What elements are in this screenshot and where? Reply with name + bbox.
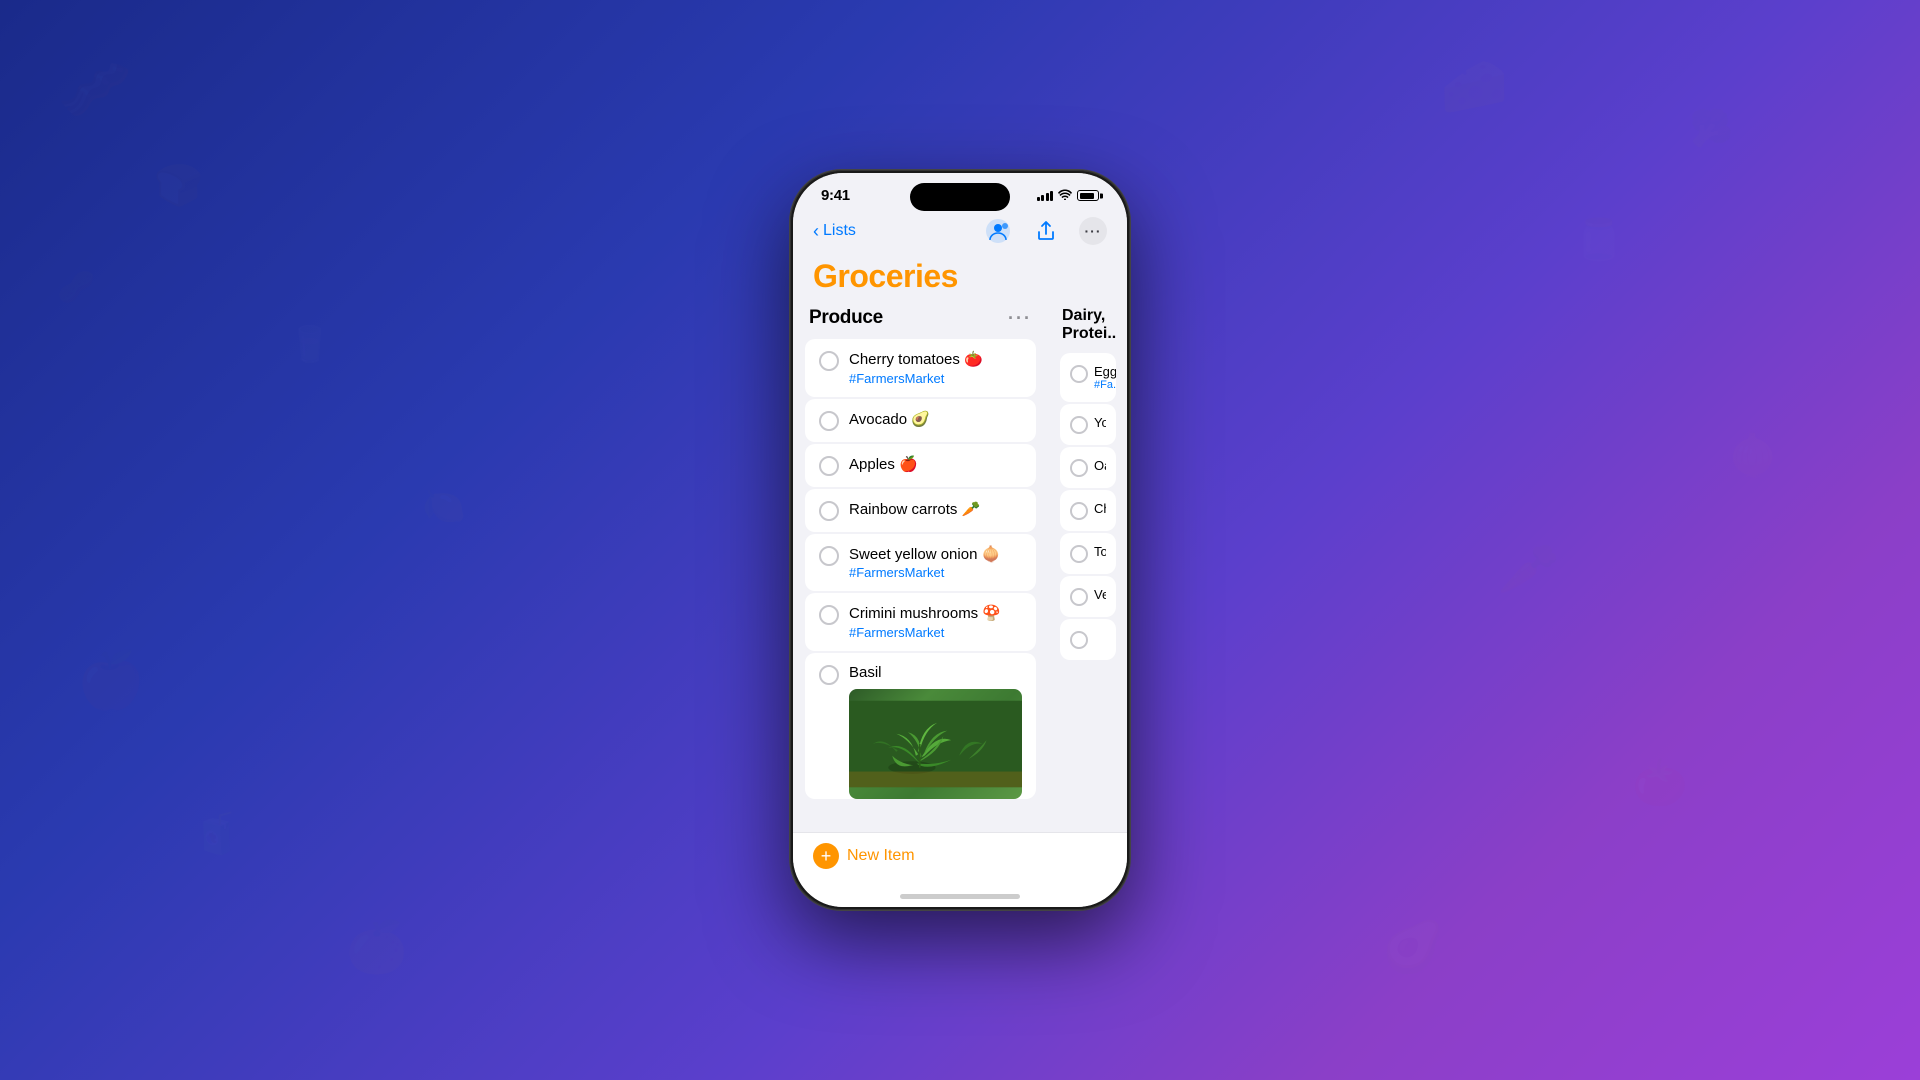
bottom-bar: + New Item <box>793 832 1127 885</box>
list-item: Oat... <box>1060 447 1116 488</box>
list-item: Sweet yellow onion 🧅 #FarmersMarket <box>805 534 1036 592</box>
item-text: Oat... <box>1094 458 1106 473</box>
item-tag: #FarmersMarket <box>849 565 1022 580</box>
item-tag: #Fa... <box>1094 379 1116 391</box>
list-item: Rainbow carrots 🥕 <box>805 489 1036 532</box>
item-content: Avocado 🥑 <box>849 410 1022 430</box>
list-item: Apples 🍎 <box>805 444 1036 487</box>
item-text: Crimini mushrooms 🍄 <box>849 604 1022 624</box>
list-item: Crimini mushrooms 🍄 #FarmersMarket <box>805 593 1036 651</box>
battery-icon <box>1077 190 1099 201</box>
item-checkbox[interactable] <box>819 351 839 371</box>
status-bar: 9:41 <box>793 173 1127 212</box>
item-checkbox[interactable] <box>1070 416 1088 434</box>
item-text: Basil <box>849 664 1022 681</box>
produce-column: Produce ··· Cherry tomatoes 🍅 #FarmersMa… <box>793 307 1048 832</box>
list-item: Tof... <box>1060 533 1116 574</box>
item-content: Cherry tomatoes 🍅 #FarmersMarket <box>849 350 1022 386</box>
home-bar <box>900 894 1020 899</box>
item-content: Crimini mushrooms 🍄 #FarmersMarket <box>849 604 1022 640</box>
new-item-label: New Item <box>847 847 915 865</box>
list-item: Che... <box>1060 490 1116 531</box>
basil-content: Basil <box>849 664 1022 799</box>
status-icons <box>1037 189 1100 203</box>
list-item: Egg... #Fa... <box>1060 353 1116 402</box>
item-text: Rainbow carrots 🥕 <box>849 500 1022 520</box>
phone-screen: 9:41 <box>793 173 1127 907</box>
basil-image <box>849 689 1022 799</box>
item-text: Yog... <box>1094 415 1106 430</box>
status-time: 9:41 <box>821 187 850 204</box>
item-checkbox[interactable] <box>819 605 839 625</box>
item-content: Sweet yellow onion 🧅 #FarmersMarket <box>849 545 1022 581</box>
item-content: Apples 🍎 <box>849 455 1022 475</box>
nav-actions: ··· <box>983 216 1107 246</box>
produce-section-header: Produce ··· <box>805 307 1036 329</box>
back-chevron-icon: ‹ <box>813 221 819 242</box>
columns-wrapper: Produce ··· Cherry tomatoes 🍅 #FarmersMa… <box>793 307 1127 832</box>
item-checkbox[interactable] <box>1070 502 1088 520</box>
item-tag: #FarmersMarket <box>849 625 1022 640</box>
item-checkbox[interactable] <box>1070 365 1088 383</box>
item-text: Avocado 🥑 <box>849 410 1022 430</box>
item-checkbox[interactable] <box>819 546 839 566</box>
signal-icon <box>1037 190 1054 201</box>
item-checkbox[interactable] <box>1070 588 1088 606</box>
list-item: Veg... <box>1060 576 1116 617</box>
item-text: Tof... <box>1094 544 1106 559</box>
list-item: Cherry tomatoes 🍅 #FarmersMarket <box>805 339 1036 397</box>
list-item <box>1060 619 1116 660</box>
item-checkbox[interactable] <box>1070 459 1088 477</box>
item-content: Rainbow carrots 🥕 <box>849 500 1022 520</box>
nav-bar: ‹ Lists <box>793 212 1127 254</box>
dairy-column: Dairy, Protei... Egg... #Fa... <box>1048 307 1127 832</box>
basil-list-item: Basil <box>805 653 1036 799</box>
item-text: Egg... <box>1094 364 1116 379</box>
dynamic-island <box>910 183 1010 211</box>
list-item: Yog... <box>1060 404 1116 445</box>
item-checkbox[interactable] <box>819 411 839 431</box>
back-button[interactable]: ‹ Lists <box>813 221 856 242</box>
phone-shell: 9:41 <box>790 170 1130 910</box>
collaborate-button[interactable] <box>983 216 1013 246</box>
item-text: Veg... <box>1094 587 1106 602</box>
home-indicator <box>793 885 1127 907</box>
back-label: Lists <box>823 222 856 240</box>
new-item-button[interactable]: + New Item <box>813 843 915 869</box>
item-tag: #FarmersMarket <box>849 371 1022 386</box>
share-button[interactable] <box>1031 216 1061 246</box>
new-item-icon: + <box>813 843 839 869</box>
item-text: Cherry tomatoes 🍅 <box>849 350 1022 370</box>
item-text: Apples 🍎 <box>849 455 1022 475</box>
main-content[interactable]: Produce ··· Cherry tomatoes 🍅 #FarmersMa… <box>793 307 1127 832</box>
item-checkbox[interactable] <box>1070 631 1088 649</box>
page-title: Groceries <box>793 254 1127 307</box>
produce-title: Produce <box>809 307 883 329</box>
item-text: Che... <box>1094 501 1106 516</box>
item-checkbox[interactable] <box>819 456 839 476</box>
list-item: Avocado 🥑 <box>805 399 1036 442</box>
phone-mockup: 9:41 <box>790 170 1130 910</box>
item-checkbox[interactable] <box>819 665 839 685</box>
item-text: Sweet yellow onion 🧅 <box>849 545 1022 565</box>
dairy-title: Dairy, Protei... <box>1060 307 1116 343</box>
produce-more-button[interactable]: ··· <box>1008 308 1032 329</box>
wifi-icon <box>1058 189 1072 203</box>
item-checkbox[interactable] <box>1070 545 1088 563</box>
more-button[interactable]: ··· <box>1079 217 1107 245</box>
item-checkbox[interactable] <box>819 501 839 521</box>
